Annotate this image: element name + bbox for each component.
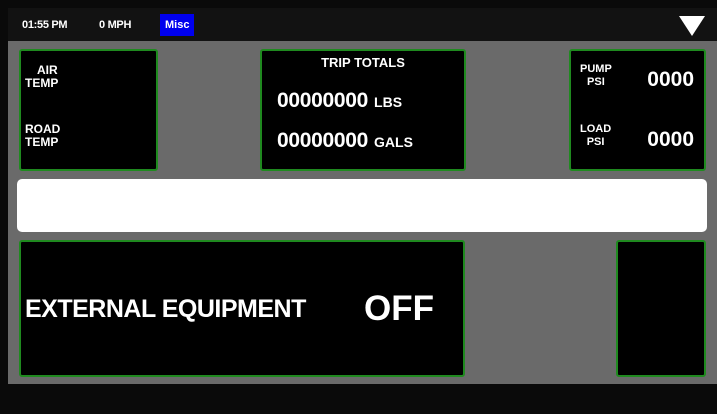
trip-volume-value: 00000000 [277, 129, 369, 152]
air-temp-label: AIR TEMP [25, 63, 59, 90]
trip-totals-title: TRIP TOTALS [321, 55, 405, 70]
pump-psi-value: 0000 [647, 68, 694, 91]
dropdown-menu-icon[interactable] [679, 16, 705, 36]
pressure-panel: PUMP PSI 0000 LOAD PSI 0000 [569, 49, 706, 171]
temperature-panel: AIR TEMP ROAD TEMP [19, 49, 158, 171]
trip-volume-unit: GALS [374, 134, 413, 150]
trip-weight-value: 00000000 [277, 89, 369, 112]
trip-weight-row: 00000000 LBS [277, 89, 402, 113]
trip-volume-row: 00000000 GALS [277, 129, 413, 153]
external-equipment-state: OFF [364, 289, 434, 328]
mode-badge[interactable]: Misc [160, 14, 195, 36]
trip-weight-unit: LBS [374, 94, 403, 110]
vehicle-speed: 0 MPH [99, 19, 132, 31]
load-psi-value: 0000 [647, 128, 694, 151]
external-equipment-label: EXTERNAL EQUIPMENT [25, 295, 306, 323]
pump-psi-label: PUMP PSI [580, 63, 612, 88]
trip-totals-panel[interactable]: TRIP TOTALS 00000000 LBS 00000000 GALS [260, 49, 466, 171]
message-bar [17, 179, 707, 232]
blank-side-button[interactable] [616, 240, 706, 377]
clock-time: 01:55 PM [22, 19, 68, 31]
external-equipment-button[interactable]: EXTERNAL EQUIPMENT OFF [19, 240, 465, 377]
load-psi-label: LOAD PSI [580, 123, 612, 148]
status-bar: 01:55 PM 0 MPH Misc [8, 8, 717, 41]
road-temp-label: ROAD TEMP [25, 122, 61, 149]
